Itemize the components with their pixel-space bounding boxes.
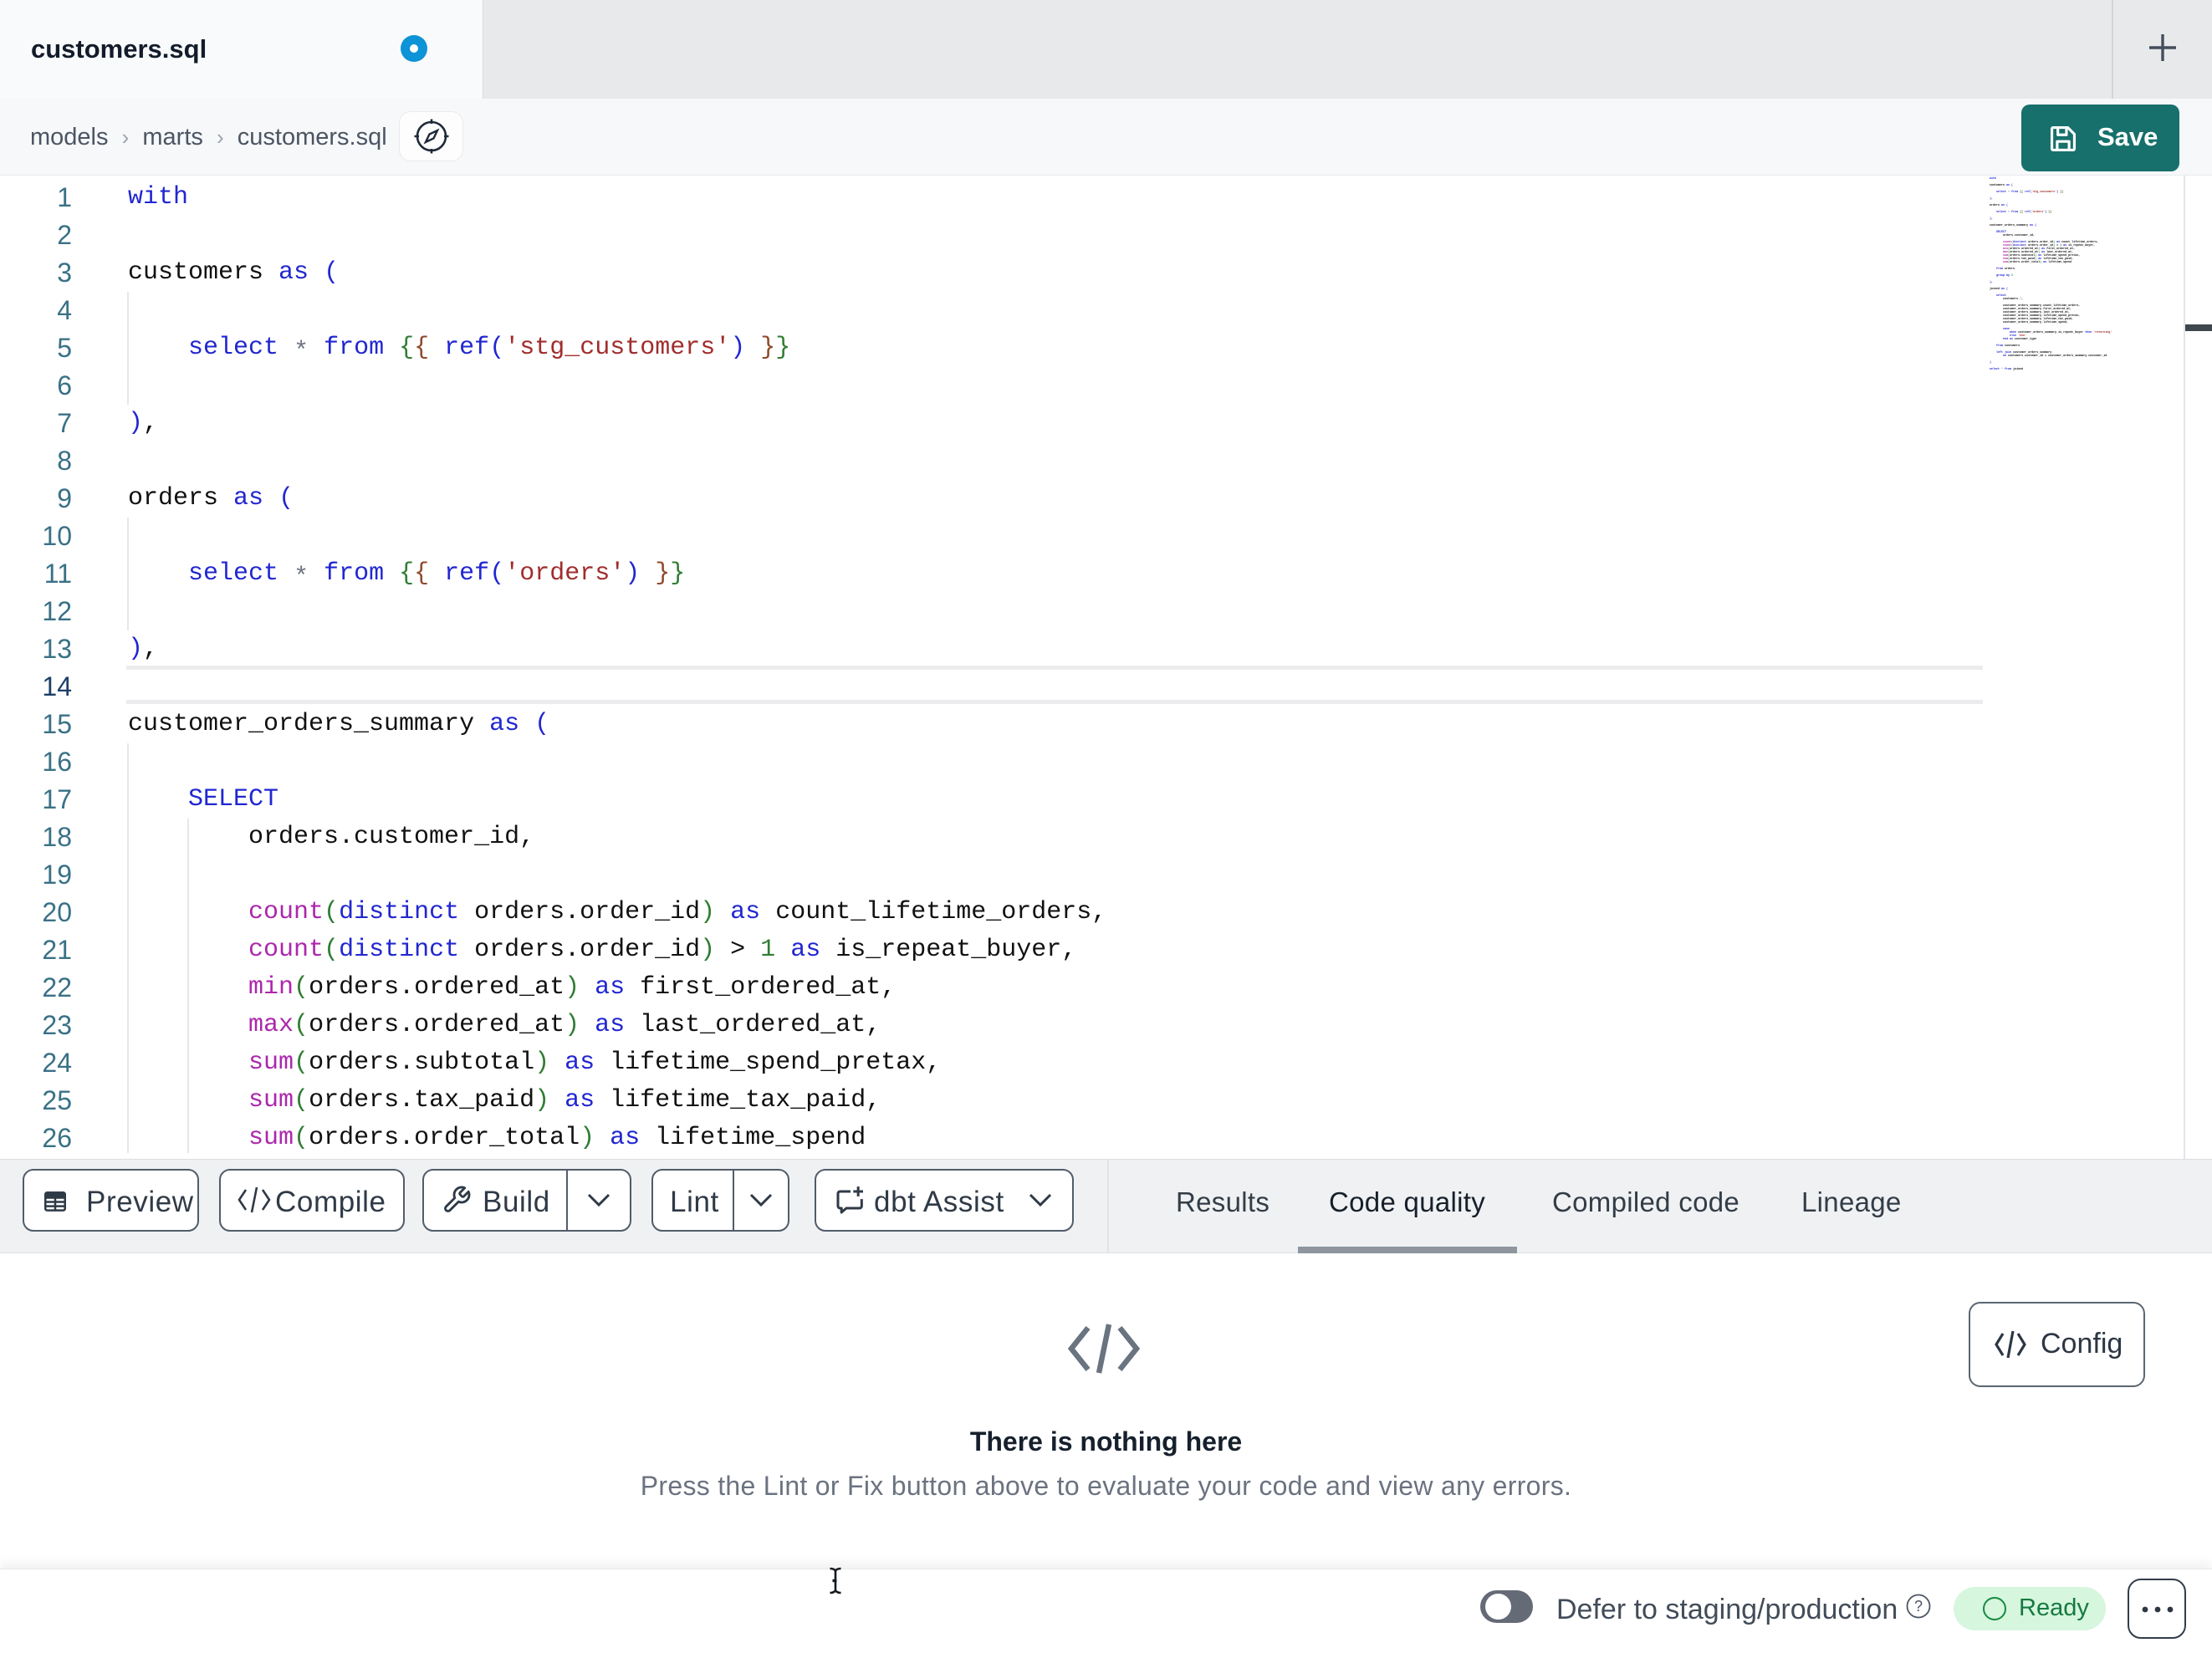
- svg-text:?: ?: [1914, 1598, 1923, 1615]
